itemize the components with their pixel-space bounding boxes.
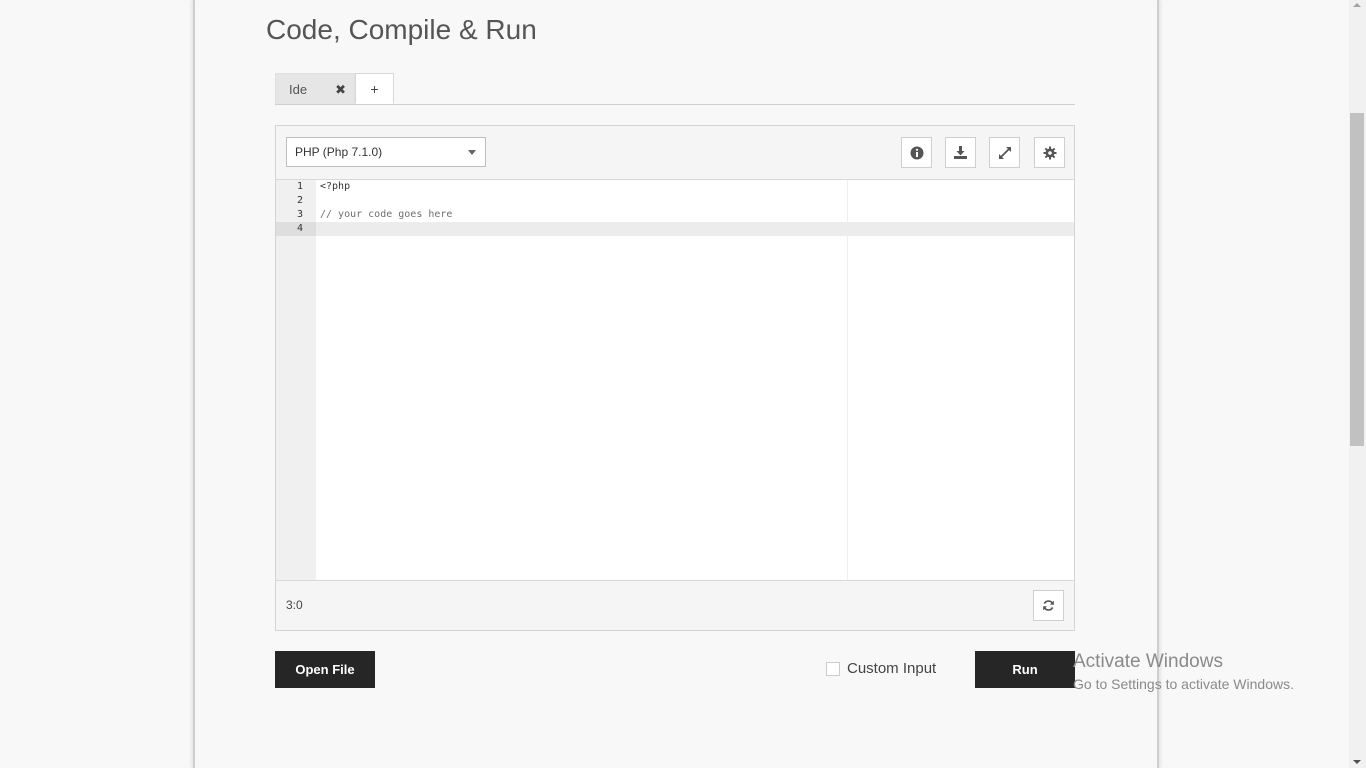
watermark-title: Activate Windows (1073, 651, 1223, 672)
gear-icon (1043, 146, 1056, 159)
refresh-icon (1043, 600, 1054, 611)
code-line: 2 (276, 194, 1074, 208)
code-comment: // your code goes here (320, 209, 453, 220)
code-text: <?php (320, 181, 351, 192)
scroll-up-arrow-icon[interactable] (1353, 3, 1361, 7)
close-icon[interactable]: ✖ (335, 74, 346, 105)
run-button[interactable]: Run (975, 651, 1075, 688)
code-line-active: 4 (276, 222, 1074, 236)
info-icon (910, 146, 923, 159)
line-number-gutter (276, 180, 316, 580)
scroll-down-arrow-icon[interactable] (1353, 760, 1361, 764)
tab-ide[interactable]: Ide ✖ (275, 73, 355, 104)
code-line: 1 <?php (276, 180, 1074, 194)
info-button[interactable] (901, 137, 932, 168)
code-editor[interactable]: 1 <?php 2 3 // your code goes here 4 (276, 179, 1074, 581)
code-line: 3 // your code goes here (276, 208, 1074, 222)
settings-button[interactable] (1034, 137, 1065, 168)
add-tab-button[interactable]: + (355, 73, 394, 104)
editor-panel: PHP (Php 7.1.0) 1 <?php 2 3 // your code… (275, 125, 1075, 631)
language-select[interactable]: PHP (Php 7.1.0) (286, 137, 486, 167)
tab-ide-label: Ide (289, 82, 308, 97)
fullscreen-button[interactable] (989, 137, 1020, 168)
line-number: 2 (296, 195, 303, 206)
windows-activation-watermark: Activate Windows Go to Settings to activ… (1073, 651, 1294, 695)
open-file-button[interactable]: Open File (275, 651, 375, 688)
reset-button[interactable] (1033, 590, 1064, 621)
line-number: 3 (296, 209, 303, 220)
download-button[interactable] (945, 137, 976, 168)
expand-icon (998, 146, 1011, 159)
download-icon (954, 146, 967, 159)
line-number: 4 (276, 222, 316, 236)
line-number: 1 (296, 181, 303, 192)
language-select-value: PHP (Php 7.1.0) (295, 145, 383, 159)
cursor-position: 3:0 (286, 598, 303, 612)
custom-input-checkbox[interactable] (826, 662, 840, 676)
print-margin (847, 180, 848, 580)
watermark-subtitle: Go to Settings to activate Windows. (1073, 676, 1294, 692)
caret-down-icon (468, 150, 476, 155)
page-scrollbar[interactable] (1349, 0, 1366, 768)
scrollbar-thumb[interactable] (1350, 113, 1364, 446)
page-title: Code, Compile & Run (266, 14, 537, 45)
custom-input-label: Custom Input (847, 660, 937, 677)
editor-tabs: Ide ✖ + (275, 73, 1075, 105)
